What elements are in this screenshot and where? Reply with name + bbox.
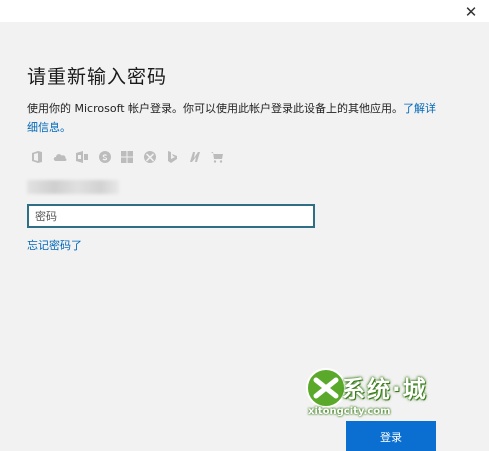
office-icon <box>26 147 49 167</box>
store-icon <box>206 147 229 167</box>
password-field[interactable] <box>27 204 315 228</box>
windows-icon <box>116 147 139 167</box>
msn-icon <box>184 147 207 167</box>
forgot-password-link[interactable]: 忘记密码了 <box>27 237 82 253</box>
close-icon[interactable]: ✕ <box>461 2 481 22</box>
watermark-logo: 系统·城 xitongcity.com <box>300 366 460 426</box>
onedrive-icon <box>49 147 72 167</box>
watermark-url: xitongcity.com <box>308 406 391 417</box>
bing-icon <box>161 147 184 167</box>
watermark-brand: 系统·城 <box>342 377 428 403</box>
description-text: 使用你的 Microsoft 帐户登录。你可以使用此帐户登录此设备上的其他应用。 <box>27 102 404 115</box>
xbox-icon <box>139 147 162 167</box>
page-title: 请重新输入密码 <box>27 66 168 88</box>
title-bar: ✕ <box>0 0 489 22</box>
account-email-blurred <box>27 180 119 194</box>
description: 使用你的 Microsoft 帐户登录。你可以使用此帐户登录此设备上的其他应用。… <box>27 99 447 137</box>
skype-icon <box>94 147 117 167</box>
outlook-icon <box>71 147 94 167</box>
service-icons <box>26 147 229 167</box>
